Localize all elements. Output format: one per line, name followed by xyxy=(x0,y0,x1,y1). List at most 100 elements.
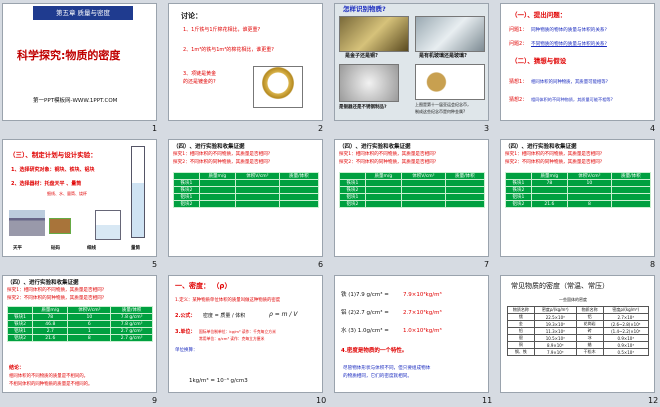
table-cell xyxy=(234,200,280,208)
property-text: 尽管物体形状与体积不同，但只要组成物体 xyxy=(343,366,431,371)
table-row: 锇 22.5×10³ 铝 2.7×10³ xyxy=(507,313,649,321)
table-cell: 铝 xyxy=(575,313,604,321)
slide-title: 科学探究:物质的密度 xyxy=(17,49,121,62)
conversion-line: 水 (3) 1.0g/cm³ = xyxy=(341,328,389,334)
slide-thumbnail-10[interactable]: 一、密度： （ρ） 1.定义：某种物质单位体积的质量叫做这种物质的密度 2.公式… xyxy=(168,275,323,393)
table-cell: 铁块1 xyxy=(339,179,366,187)
definition-text: 1.定义：某种物质单位体积的质量叫做这种物质的密度 xyxy=(175,298,281,303)
chapter-banner: 第五章 质量与密度 xyxy=(33,6,133,20)
table-cell xyxy=(444,200,486,208)
table-cell xyxy=(198,200,236,208)
step-text: 2、选择器材：托盘天平 、量筒 xyxy=(11,181,82,187)
table-cell: 铝块1 xyxy=(173,193,200,201)
table-cell xyxy=(610,179,652,187)
table-cell: 质量/体积 xyxy=(444,172,486,180)
slide-thumbnail-9[interactable]: （四）、进行实验和收集证据 探究1：相同体积的不同物质，其质量是否相同? 探究2… xyxy=(2,275,157,393)
slide-number: 12 xyxy=(648,396,659,405)
table-cell: 0.9×10³ xyxy=(602,341,649,349)
slide-number: 9 xyxy=(152,396,158,405)
experiment-text: 探究1：相同体积的不同物质，其质量是否相同? xyxy=(339,152,437,157)
table-cell xyxy=(530,186,568,194)
table-cell: 质量/体积 xyxy=(610,172,652,180)
slide-thumbnail-4[interactable]: （一）、提出问题： 问题1： 同种物质的物体的质量与体积的关系? 问题2： 不同… xyxy=(500,3,655,121)
conclusion-text: 不相同体积的同种物质的质量是不相同的。 xyxy=(9,382,93,387)
item-key: 问题1： xyxy=(509,27,528,33)
slide-thumbnail-12[interactable]: 常见物质的密度（常温、常压） 一些固体的密度 物质名称 密度ρ/(kg/m³) 物质… xyxy=(500,275,655,393)
slide-thumbnail-7[interactable]: （四）、进行实验和收集证据 探究1：相同体积的不同物质，其质量是否相同? 探究2… xyxy=(334,139,489,257)
table-cell: 46.8 xyxy=(32,320,69,328)
table-row: 铅 11.3×10³ 砖 (1.4~2.2)×10³ xyxy=(507,327,649,335)
image-caption: 是有机玻璃还是玻璃? xyxy=(419,53,467,59)
section-heading: 一、密度： （ρ） xyxy=(175,282,232,290)
table-row: 银 10.5×10³ 冰 0.9×10³ xyxy=(507,334,649,342)
table-cell: 铅 xyxy=(507,327,535,335)
table-row: 金 19.3×10³ 花岗岩 (2.6~2.8)×10³ xyxy=(507,320,649,328)
data-table: 质量m/g 体积V/cm³ 质量/体积 铁块1 铁块2 铝块1 铝块2 xyxy=(339,172,486,208)
slide-thumbnail-5[interactable]: （三）、制定计划与设计实验： 1、选择研究对象：铜块、铁块、铝块 2、选择器材：… xyxy=(2,139,157,257)
table-cell xyxy=(234,179,280,187)
table-cell: 2.7 xyxy=(32,327,69,335)
item-key: 猜想1： xyxy=(509,79,528,85)
table-cell: 2.7×10³ xyxy=(602,313,649,321)
table-cell: 铝块1 xyxy=(6,327,34,335)
slide-thumbnail-6[interactable]: （四）、进行实验和收集证据 探究1：相同体积的不同物质，其质量是否相同? 探究2… xyxy=(168,139,323,257)
gold-bar-image xyxy=(339,16,409,52)
table-cell: 物质名称 xyxy=(507,306,535,314)
table-cell: 质量m/g xyxy=(530,172,568,180)
gold-necklace-image xyxy=(253,66,303,108)
experiment-text: 探究1：相同体积的不同物质，其质量是否相同? xyxy=(173,152,271,157)
table-cell: 体积V/cm³ xyxy=(400,172,446,180)
beaker-image xyxy=(95,210,121,240)
table-cell: 铁块1 xyxy=(505,179,532,187)
table-cell: 质量/体积 xyxy=(110,306,153,314)
table-cell: 体积V/cm³ xyxy=(234,172,280,180)
table-cell: 2.7 g/cm³ xyxy=(110,334,153,342)
table-cell xyxy=(444,179,486,187)
coins-image xyxy=(415,64,485,100)
data-table: 质量m/g 体积V/cm³ 质量/体积 铁块1 78 10 铁块2 铝块1 铝块2 21.6 8 xyxy=(505,172,652,208)
section-heading: （三）、制定计划与设计实验： xyxy=(9,151,97,159)
table-cell xyxy=(339,172,366,180)
formula-text: 密度 = 质量 / 体积 xyxy=(203,313,246,319)
experiment-text: 探究2：不同体积的同种物质，其质量是否相同? xyxy=(339,160,437,165)
table-row: 铁块1 78 10 7.8 g/cm³ xyxy=(6,313,153,321)
table-row: 铝块1 xyxy=(505,193,652,201)
table-row: 铝块1 2.7 1 2.7 g/cm³ xyxy=(6,327,153,335)
table-cell: 铁块1 xyxy=(6,313,34,321)
item-text: 相同体积的同种物质，其质量可能相等? xyxy=(531,80,608,85)
unit-text: 国际单位制单位：kg/m³ 读作：千克每立方米 xyxy=(199,329,276,334)
table-cell: 铜 xyxy=(507,341,535,349)
image-caption: 砝码 xyxy=(51,246,60,251)
table-cell: 7.8 g/cm³ xyxy=(110,320,153,328)
table-row: 铁块2 xyxy=(505,186,652,194)
slide-thumbnail-8[interactable]: （四）、进行实验和收集证据 探究1：相同体积的不同物质，其质量是否相同? 探究2… xyxy=(500,139,655,257)
table-cell: 锇 xyxy=(507,313,535,321)
experiment-text: 探究2：不同体积的同种物质，其质量是否相同? xyxy=(505,160,603,165)
table-cell xyxy=(400,193,446,201)
table-row: 铝块2 xyxy=(339,200,486,208)
table-cell: (1.4~2.2)×10³ xyxy=(602,327,649,335)
slide-thumbnail-1[interactable]: 第五章 质量与密度 科学探究:物质的密度 第一PPT模板网-WWW.1PPT.C… xyxy=(2,3,157,121)
conversion-line: 铝 (2)2.7 g/cm³ = xyxy=(341,310,389,316)
table-cell xyxy=(198,193,236,201)
conversion-result: 1kg/m³ = 10⁻³ g/cm3 xyxy=(189,378,248,384)
table-cell: 蜡 xyxy=(575,341,604,349)
experiment-text: 探究2：不同体积的同种物质，其质量是否相同? xyxy=(7,296,105,301)
slide-thumbnail-3[interactable]: 怎样识别物质? 是金子还是铜? 是有机玻璃还是玻璃? 是银器还是不锈钢制品? 上… xyxy=(334,3,489,121)
table-cell xyxy=(234,186,280,194)
table-cell: 铝块2 xyxy=(505,200,532,208)
table-cell xyxy=(6,306,34,314)
table-cell: 质量/体积 xyxy=(278,172,320,180)
image-caption: 制成这些纪念币是何种金属? xyxy=(415,109,466,114)
slide-number: 10 xyxy=(316,396,327,405)
item-key: 问题2： xyxy=(509,41,528,47)
section-heading: （四）、进行实验和收集证据 xyxy=(7,280,79,286)
table-cell xyxy=(610,193,652,201)
slide-thumbnail-2[interactable]: 讨论： 1、1斤铁与1斤棉花相比，谁更重? 2、1m³的铁与1m³的棉花相比，谁… xyxy=(168,3,323,121)
table-cell: 金 xyxy=(507,320,535,328)
slide-thumbnail-11[interactable]: 铁 (1)7.9 g/cm³ = 7.9×10³kg/m³ 铝 (2)2.7 g… xyxy=(334,275,489,393)
table-cell xyxy=(364,186,402,194)
table-header-row: 质量m/g 体积V/cm³ 质量/体积 xyxy=(6,306,153,314)
graduated-cylinder-image xyxy=(131,146,145,238)
conversion-label: 单位换算： xyxy=(175,348,198,353)
